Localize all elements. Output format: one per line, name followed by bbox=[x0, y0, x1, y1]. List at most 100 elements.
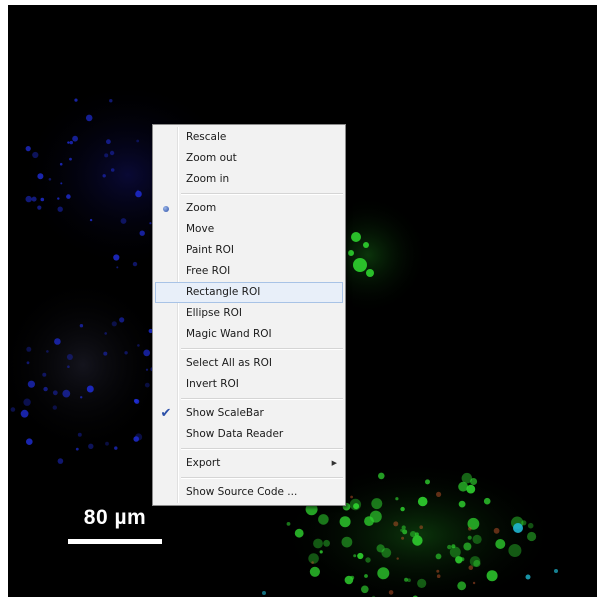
blue-speckle bbox=[124, 351, 128, 355]
green-speckle bbox=[458, 481, 468, 492]
red-speckle bbox=[401, 536, 405, 540]
menu-item-show-scalebar[interactable]: ✔ Show ScaleBar bbox=[153, 403, 345, 424]
green-speckle bbox=[318, 514, 329, 525]
menu-item-magic-wand-roi[interactable]: Magic Wand ROI bbox=[153, 324, 345, 345]
green-speckle bbox=[400, 506, 405, 512]
blue-speckle bbox=[104, 153, 109, 158]
blue-speckle bbox=[80, 396, 83, 399]
menu-item-label: Ellipse ROI bbox=[186, 307, 242, 319]
menu-item-show-data-reader[interactable]: Show Data Reader bbox=[153, 424, 345, 445]
blue-speckle bbox=[133, 436, 139, 442]
green-speckle bbox=[357, 552, 364, 560]
green-speckle bbox=[401, 525, 406, 530]
green-speckle bbox=[353, 554, 357, 558]
blue-speckle bbox=[103, 351, 108, 356]
blue-speckle bbox=[139, 230, 145, 236]
blue-speckle bbox=[20, 409, 29, 418]
menu-item-show-source-code[interactable]: Show Source Code ... bbox=[153, 482, 345, 503]
green-speckle bbox=[463, 542, 472, 551]
green-speckle bbox=[425, 479, 430, 485]
blue-speckle bbox=[144, 382, 150, 388]
cell-body-grey-left bbox=[8, 275, 168, 455]
cyan-speckle bbox=[262, 591, 266, 595]
green-speckle bbox=[381, 547, 392, 558]
menu-item-select-all-as-roi[interactable]: Select All as ROI bbox=[153, 353, 345, 374]
green-speckle bbox=[417, 496, 428, 507]
checkmark-icon: ✔ bbox=[160, 406, 172, 421]
green-speckle bbox=[414, 532, 419, 537]
red-speckle bbox=[311, 561, 314, 564]
menu-item-rectangle-roi[interactable]: Rectangle ROI bbox=[155, 282, 343, 303]
green-speckle bbox=[294, 528, 304, 538]
green-speckle bbox=[313, 538, 323, 549]
blue-speckle bbox=[25, 146, 31, 152]
cyan-speckle bbox=[525, 574, 531, 580]
scale-bar: 80 µm bbox=[68, 505, 162, 544]
green-speckle bbox=[435, 553, 442, 560]
menu-item-zoom-in[interactable]: Zoom in bbox=[153, 169, 345, 190]
menu-item-label: Show ScaleBar bbox=[186, 407, 264, 419]
red-speckle bbox=[436, 569, 440, 573]
green-speckle bbox=[344, 575, 354, 585]
blue-speckle bbox=[26, 438, 33, 446]
blue-speckle bbox=[69, 157, 72, 161]
green-speckle bbox=[351, 232, 361, 242]
menu-item-rescale[interactable]: Rescale bbox=[153, 127, 345, 148]
blue-speckle bbox=[31, 196, 37, 202]
blue-speckle bbox=[137, 344, 140, 347]
green-speckle bbox=[339, 516, 351, 528]
blue-speckle bbox=[57, 197, 60, 200]
blue-speckle bbox=[145, 368, 149, 371]
blue-speckle bbox=[120, 218, 127, 224]
menu-item-free-roi[interactable]: Free ROI bbox=[153, 261, 345, 282]
cyan-speckle bbox=[513, 523, 523, 533]
green-speckle bbox=[483, 497, 491, 505]
menu-item-label: Move bbox=[186, 223, 215, 235]
green-speckle bbox=[527, 531, 537, 542]
blue-speckle bbox=[136, 189, 140, 193]
green-speckle bbox=[521, 520, 527, 526]
menu-item-label: Zoom bbox=[186, 202, 217, 214]
green-speckle bbox=[470, 478, 478, 485]
menu-separator bbox=[181, 477, 343, 479]
red-speckle bbox=[468, 527, 472, 531]
green-speckle bbox=[377, 567, 390, 580]
menu-separator bbox=[181, 348, 343, 350]
menu-separator bbox=[181, 398, 343, 400]
blue-speckle bbox=[113, 254, 120, 261]
green-speckle bbox=[319, 550, 323, 554]
green-speckle bbox=[365, 557, 371, 563]
blue-speckle bbox=[133, 398, 138, 403]
green-speckle bbox=[353, 258, 367, 272]
red-speckle bbox=[436, 491, 442, 497]
menu-item-invert-roi[interactable]: Invert ROI bbox=[153, 374, 345, 395]
blue-speckle bbox=[42, 372, 47, 377]
green-speckle bbox=[458, 500, 466, 508]
menu-item-label: Invert ROI bbox=[186, 378, 239, 390]
blue-speckle bbox=[57, 458, 64, 464]
blue-speckle bbox=[77, 432, 82, 437]
menu-item-export[interactable]: Export ▶ bbox=[153, 453, 345, 474]
green-speckle bbox=[457, 581, 467, 591]
red-speckle bbox=[436, 574, 441, 578]
menu-separator bbox=[181, 193, 343, 195]
cyan-speckle bbox=[554, 569, 558, 573]
blue-speckle bbox=[109, 99, 113, 103]
green-speckle bbox=[447, 544, 452, 550]
menu-item-zoom[interactable]: Zoom bbox=[153, 198, 345, 219]
menu-item-paint-roi[interactable]: Paint ROI bbox=[153, 240, 345, 261]
blue-speckle bbox=[27, 380, 35, 388]
green-speckle bbox=[417, 578, 427, 589]
menu-item-label: Zoom out bbox=[186, 152, 237, 164]
menu-item-label: Magic Wand ROI bbox=[186, 328, 272, 340]
menu-item-ellipse-roi[interactable]: Ellipse ROI bbox=[153, 303, 345, 324]
blue-speckle bbox=[104, 332, 107, 335]
menu-item-zoom-out[interactable]: Zoom out bbox=[153, 148, 345, 169]
menu-item-label: Paint ROI bbox=[186, 244, 234, 256]
blue-speckle bbox=[48, 178, 52, 181]
menu-item-move[interactable]: Move bbox=[153, 219, 345, 240]
green-speckle bbox=[395, 497, 399, 501]
blue-speckle bbox=[132, 261, 138, 267]
blue-speckle bbox=[67, 365, 70, 369]
green-speckle bbox=[348, 250, 354, 256]
